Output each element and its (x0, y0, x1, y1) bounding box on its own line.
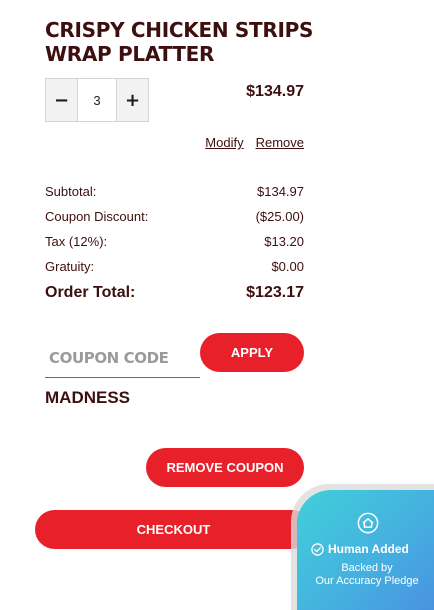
remove-link[interactable]: Remove (256, 135, 304, 150)
item-title: CRISPY CHICKEN STRIPS WRAP PLATTER (45, 18, 314, 66)
quantity-value[interactable]: 3 (77, 79, 117, 121)
quantity-stepper: − 3 + (45, 78, 149, 122)
pledge-subtitle: Backed by Our Accuracy Pledge (297, 562, 434, 588)
gratuity-row: Gratuity: $0.00 (45, 259, 304, 274)
item-price: $134.97 (246, 83, 304, 100)
order-total-value: $123.17 (246, 284, 304, 301)
applied-coupon-code: MADNESS (45, 388, 131, 407)
accuracy-pledge-badge[interactable]: Human Added Backed by Our Accuracy Pledg… (297, 490, 434, 610)
gratuity-value: $0.00 (271, 259, 304, 274)
pledge-title-text: Human Added (328, 542, 409, 556)
subtotal-value: $134.97 (257, 184, 304, 199)
check-circle-icon (311, 542, 324, 556)
tax-row: Tax (12%): $13.20 (45, 234, 304, 249)
tax-value: $13.20 (264, 234, 304, 249)
order-total-row: Order Total: $123.17 (45, 284, 304, 302)
discount-row: Coupon Discount: ($25.00) (45, 209, 304, 224)
remove-coupon-button[interactable]: REMOVE COUPON (146, 448, 304, 487)
increment-button[interactable]: + (117, 79, 148, 121)
checkout-button[interactable]: CHECKOUT (35, 510, 312, 549)
decrement-button[interactable]: − (46, 79, 77, 121)
pledge-line-1: Backed by (341, 562, 393, 574)
pledge-line-2: Our Accuracy Pledge (315, 575, 419, 587)
discount-value: ($25.00) (255, 209, 304, 224)
item-actions: Modify Remove (205, 135, 304, 150)
subtotal-row: Subtotal: $134.97 (45, 184, 304, 199)
house-icon (357, 512, 379, 534)
order-total-label: Order Total: (45, 284, 136, 301)
discount-label: Coupon Discount: (45, 209, 149, 224)
pledge-title: Human Added (311, 542, 409, 556)
subtotal-label: Subtotal: (45, 184, 97, 199)
tax-label: Tax (12%): (45, 234, 108, 249)
apply-coupon-button[interactable]: APPLY (200, 333, 304, 372)
modify-link[interactable]: Modify (205, 135, 243, 150)
coupon-code-input[interactable] (45, 338, 200, 378)
gratuity-label: Gratuity: (45, 259, 95, 274)
